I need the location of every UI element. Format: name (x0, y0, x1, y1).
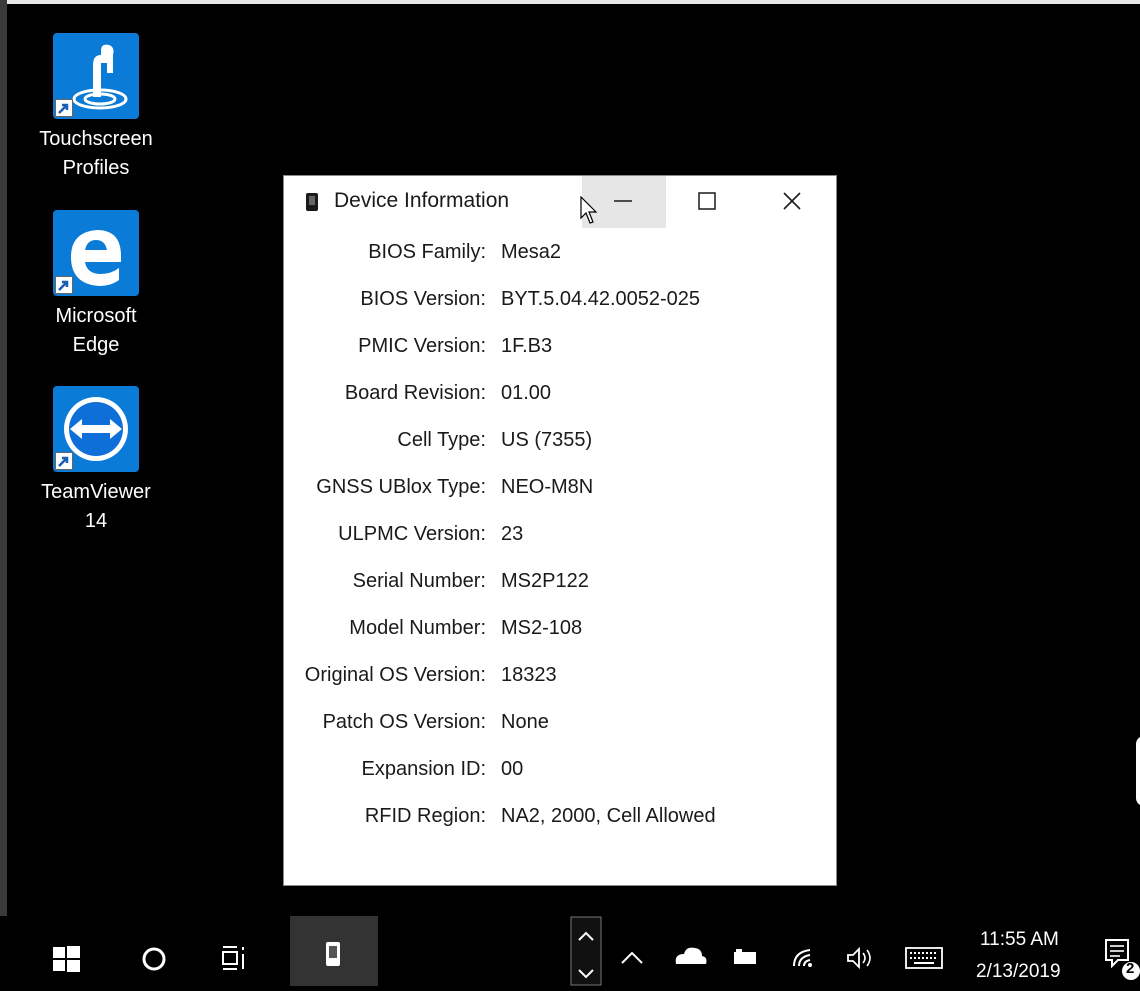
field-value: MS2-108 (501, 617, 583, 639)
info-row-board-revision: Board Revision: 01.00 (284, 382, 836, 414)
task-view-icon (222, 946, 244, 970)
chevron-up-icon (621, 951, 643, 964)
chevron-up-down-icon (570, 916, 602, 986)
info-row-expansion-id: Expansion ID: 00 (284, 758, 836, 790)
left-edge (0, 0, 7, 986)
field-value: 23 (501, 523, 524, 545)
top-edge (0, 0, 1140, 4)
field-value: 18323 (501, 664, 557, 686)
info-row-cell-type: Cell Type: US (7355) (284, 429, 836, 461)
info-row-gnss-ublox-type: GNSS UBlox Type: NEO-M8N (284, 476, 836, 508)
desktop-icon-teamviewer[interactable]: TeamViewer 14 (36, 386, 156, 536)
maximize-icon (698, 192, 716, 210)
field-value: MS2P122 (501, 570, 589, 592)
network-button[interactable] (780, 916, 826, 986)
edge-panel-handle[interactable] (1136, 736, 1140, 806)
field-value: NEO-M8N (501, 476, 594, 498)
taskbar-app-device-information[interactable] (290, 916, 378, 986)
search-cortana-button[interactable] (124, 916, 186, 986)
field-label: Expansion ID: (361, 758, 486, 780)
notification-count-badge: 2 (1126, 960, 1135, 977)
field-value: None (501, 711, 549, 733)
shortcut-arrow-icon (55, 452, 73, 470)
info-row-bios-version: BIOS Version: BYT.5.04.42.0052-025 (284, 288, 836, 320)
field-value: NA2, 2000, Cell Allowed (501, 805, 716, 827)
touch-keyboard-button[interactable] (898, 916, 950, 986)
windows-logo-icon (53, 946, 80, 972)
title-bar[interactable]: Device Information (284, 176, 836, 228)
field-label: BIOS Family: (368, 241, 486, 263)
info-row-pmic-version: PMIC Version: 1F.B3 (284, 335, 836, 367)
field-value: 1F.B3 (501, 335, 553, 357)
desktop-icon-label: Touchscreen Profiles (39, 128, 153, 179)
cloud-icon (675, 947, 707, 964)
close-button[interactable] (750, 176, 834, 228)
field-value: BYT.5.04.42.0052-025 (501, 288, 701, 310)
field-value: 00 (501, 758, 524, 780)
onedrive-button[interactable] (666, 916, 712, 986)
keyboard-icon (905, 947, 943, 969)
shortcut-arrow-icon (55, 99, 73, 117)
touchscreen-profiles-icon (53, 33, 139, 119)
info-row-rfid-region: RFID Region: NA2, 2000, Cell Allowed (284, 805, 836, 837)
info-row-original-os-version: Original OS Version: 18323 (284, 664, 836, 696)
field-label: ULPMC Version: (338, 523, 486, 545)
info-row-patch-os-version: Patch OS Version: None (284, 711, 836, 743)
field-label: BIOS Version: (360, 288, 486, 310)
speaker-icon (847, 946, 871, 970)
info-row-model-number: Model Number: MS2-108 (284, 617, 836, 649)
taskbar: 11:55 AM 2/13/2019 2 (0, 916, 1140, 986)
field-label: Serial Number: (352, 570, 486, 592)
info-row-bios-family: BIOS Family: Mesa2 (284, 241, 836, 273)
close-icon (783, 192, 801, 210)
teamviewer-icon (53, 386, 139, 472)
field-value: Mesa2 (501, 241, 562, 263)
field-label: Patch OS Version: (322, 711, 486, 733)
clock-time: 11:55 AM (980, 929, 1059, 950)
task-view-button[interactable] (210, 916, 272, 986)
info-row-serial-number: Serial Number: MS2P122 (284, 570, 836, 602)
show-hidden-icons-button[interactable] (612, 916, 652, 986)
field-label: Original OS Version: (304, 664, 486, 686)
field-label: GNSS UBlox Type: (316, 476, 486, 498)
clock-date: 2/13/2019 (976, 961, 1061, 982)
desktop-icon-microsoft-edge[interactable]: Microsoft Edge (36, 210, 156, 360)
device-app-icon (326, 942, 340, 966)
mouse-pointer-icon (580, 195, 600, 226)
desktop-icon-label: Microsoft Edge (55, 305, 137, 356)
edge-icon (53, 210, 139, 296)
device-information-window: Device Information BIOS Family: Mesa2 BI… (284, 176, 836, 885)
scroll-chevrons[interactable] (570, 916, 602, 986)
maximize-button[interactable] (666, 176, 750, 228)
field-value: 01.00 (501, 382, 552, 404)
clock-button[interactable]: 11:55 AM 2/13/2019 (966, 916, 1086, 986)
desktop-icon-touchscreen-profiles[interactable]: Touchscreen Profiles (36, 33, 156, 183)
action-center-button[interactable]: 2 (1100, 916, 1140, 986)
field-value: US (7355) (501, 429, 593, 451)
field-label: Model Number: (349, 617, 486, 639)
device-app-icon (306, 193, 318, 211)
field-label: PMIC Version: (358, 335, 486, 357)
window-title: Device Information (334, 189, 510, 212)
cortana-circle-icon (142, 947, 166, 971)
field-label: Board Revision: (344, 382, 486, 404)
battery-icon (734, 949, 756, 964)
volume-button[interactable] (836, 916, 882, 986)
info-row-ulpmc-version: ULPMC Version: 23 (284, 523, 836, 555)
field-label: RFID Region: (364, 805, 486, 827)
field-label: Cell Type: (397, 429, 486, 451)
start-button[interactable] (36, 916, 98, 986)
desktop-icon-label: TeamViewer 14 (41, 481, 151, 532)
battery-button[interactable] (722, 916, 768, 986)
shortcut-arrow-icon (55, 276, 73, 294)
cellular-signal-icon (793, 949, 812, 967)
